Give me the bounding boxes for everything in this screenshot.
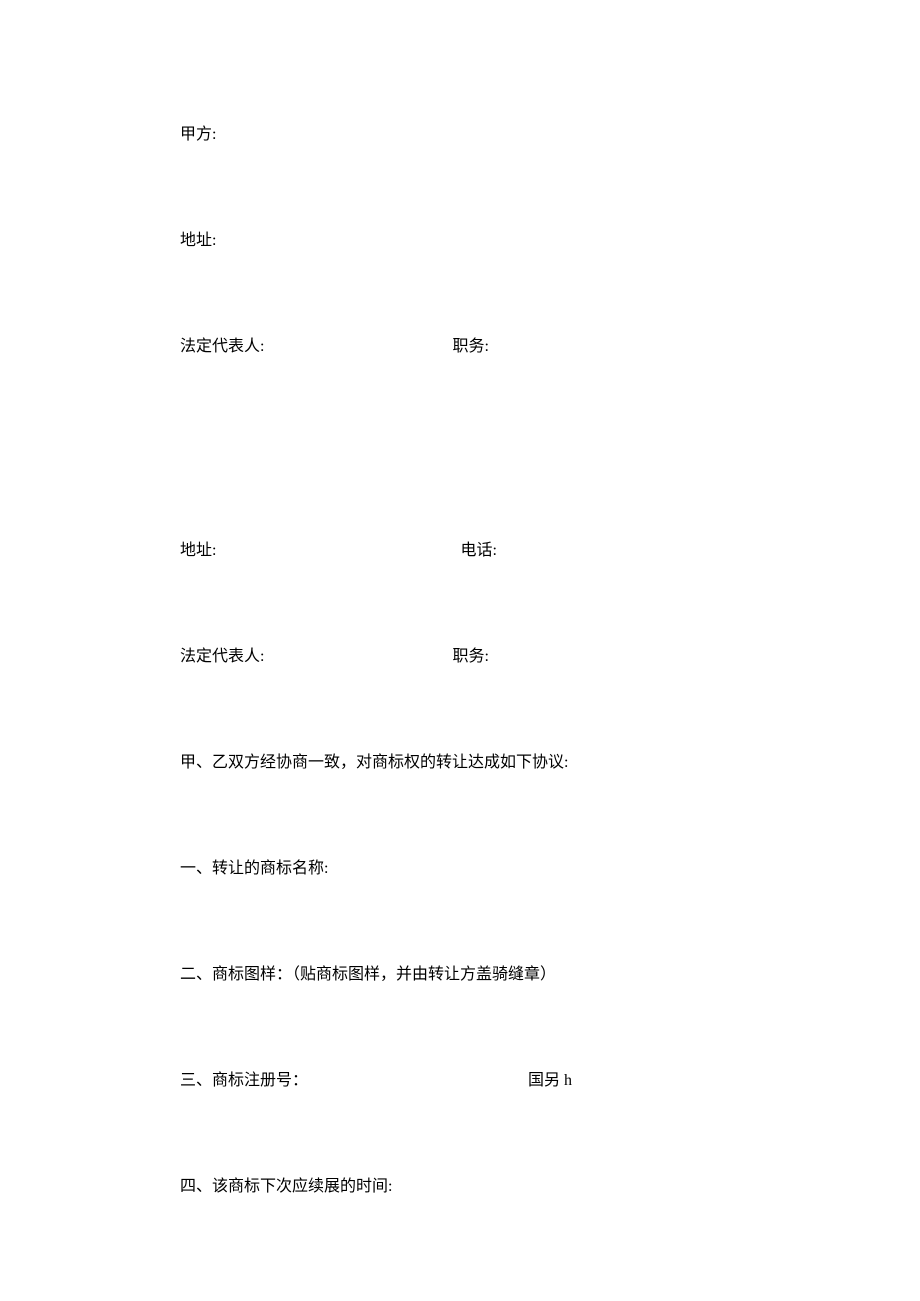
- phone-label: 电话:: [460, 536, 496, 560]
- section-2: 二、商标图样：（贴商标图样，并由转让方盖骑缝章）: [180, 960, 740, 984]
- party-a-label: 甲方:: [180, 120, 216, 144]
- blank-line: [180, 438, 740, 454]
- legal-rep-1-label: 法定代表人:: [180, 332, 264, 356]
- section-3-label: 三、商标注册号：: [180, 1066, 308, 1090]
- address-1-line: 地址:: [180, 226, 740, 250]
- legal-rep-1-line: 法定代表人: 职务:: [180, 332, 740, 356]
- section-3-right-label: 国另 h: [528, 1066, 572, 1090]
- section-3: 三、商标注册号： 国另 h: [180, 1066, 740, 1090]
- intro-text: 甲、乙双方经协商一致，对商标权的转让达成如下协议:: [180, 748, 740, 772]
- legal-rep-2-line: 法定代表人: 职务:: [180, 642, 740, 666]
- position-1-label: 职务:: [452, 332, 488, 356]
- address-1-label: 地址:: [180, 226, 216, 250]
- address-2-label: 地址:: [180, 536, 216, 560]
- section-1: 一、转让的商标名称:: [180, 854, 740, 878]
- legal-rep-2-label: 法定代表人:: [180, 642, 264, 666]
- position-2-label: 职务:: [452, 642, 488, 666]
- document-page: 甲方: 地址: 法定代表人: 职务: 地址: 电话: 法定代表人: 职务: 甲、…: [0, 0, 920, 1196]
- address-2-line: 地址: 电话:: [180, 536, 740, 560]
- party-a-line: 甲方:: [180, 120, 740, 144]
- section-4: 四、该商标下次应续展的时间:: [180, 1172, 740, 1196]
